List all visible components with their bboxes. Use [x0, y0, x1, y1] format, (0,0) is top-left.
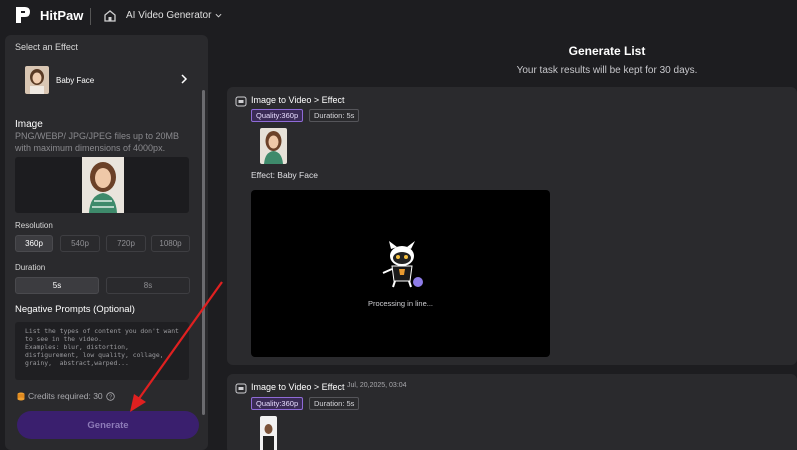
logo[interactable]: HitPaw: [14, 5, 83, 25]
product-switcher[interactable]: AI Video Generator: [126, 10, 222, 21]
image-upload-area[interactable]: [15, 157, 189, 213]
image-section-title: Image: [15, 119, 43, 130]
image-hint: PNG/WEBP/ JPG/JPEG files up to 20MB with…: [15, 131, 180, 153]
negative-prompts-input[interactable]: List the types of content you don't want…: [15, 322, 189, 380]
chevron-right-icon: [181, 74, 188, 84]
duration-5s[interactable]: 5s: [15, 277, 99, 294]
task-thumbnail[interactable]: [260, 128, 287, 164]
duration-label: Duration: [15, 263, 46, 272]
effect-info: Effect: Baby Face: [251, 170, 318, 180]
generate-list-subtitle: Your task results will be kept for 30 da…: [516, 65, 698, 76]
home-icon[interactable]: [103, 9, 117, 23]
coin-stack-icon: [17, 392, 25, 400]
resolution-720p[interactable]: 720p: [106, 235, 146, 252]
generate-list-title: Generate List: [568, 44, 646, 58]
select-effect-label: Select an Effect: [15, 42, 78, 52]
effect-selector[interactable]: Baby Face: [14, 57, 190, 103]
quality-chip: Quality:360p: [251, 109, 304, 122]
settings-panel: Select an Effect Baby Face Image PNG/WEB…: [5, 35, 208, 450]
app-name: HitPaw: [40, 7, 84, 23]
task-icon: [235, 96, 247, 107]
generate-button[interactable]: Generate: [17, 411, 199, 439]
duration-chip: Duration: 5s: [309, 109, 360, 122]
resolution-1080p[interactable]: 1080p: [151, 235, 190, 252]
info-icon[interactable]: ?: [105, 391, 115, 401]
task-title: Image to Video > Effect: [251, 95, 345, 105]
duration-8s[interactable]: 8s: [106, 277, 190, 294]
svg-text:?: ?: [109, 394, 112, 400]
task-thumbnail[interactable]: [260, 416, 277, 450]
task-title: Image to Video > Effect: [251, 382, 345, 392]
effect-thumbnail: [25, 66, 49, 94]
task-date: Jul, 20,2025, 03:04: [347, 382, 407, 389]
effect-name: Baby Face: [56, 76, 95, 85]
product-name: AI Video Generator: [126, 10, 212, 21]
credits-text: Credits required: 30: [28, 391, 103, 401]
task-card: Image to Video > Effect Quality:360p Dur…: [227, 87, 797, 365]
chevron-down-icon: [215, 13, 222, 18]
hitpaw-logo-icon: [16, 7, 30, 23]
resolution-label: Resolution: [15, 221, 53, 230]
processing-status: Processing in line...: [367, 299, 434, 308]
task-card: Image to Video > Effect Jul, 20,2025, 03…: [227, 374, 797, 450]
credits-required: Credits required: 30 ?: [17, 391, 115, 401]
video-preview: Processing in line...: [251, 190, 550, 357]
top-bar: HitPaw AI Video Generator: [0, 0, 797, 33]
resolution-540p[interactable]: 540p: [60, 235, 100, 252]
duration-chip: Duration: 5s: [309, 397, 360, 410]
divider: [90, 8, 91, 25]
resolution-360p[interactable]: 360p: [15, 235, 53, 252]
mascot-cat-icon: [382, 241, 423, 288]
uploaded-image: [82, 157, 124, 213]
panel-scrollbar[interactable]: [202, 90, 205, 415]
quality-chip: Quality:360p: [251, 397, 304, 410]
negative-prompts-title: Negative Prompts (Optional): [15, 304, 135, 315]
task-icon: [235, 383, 247, 394]
